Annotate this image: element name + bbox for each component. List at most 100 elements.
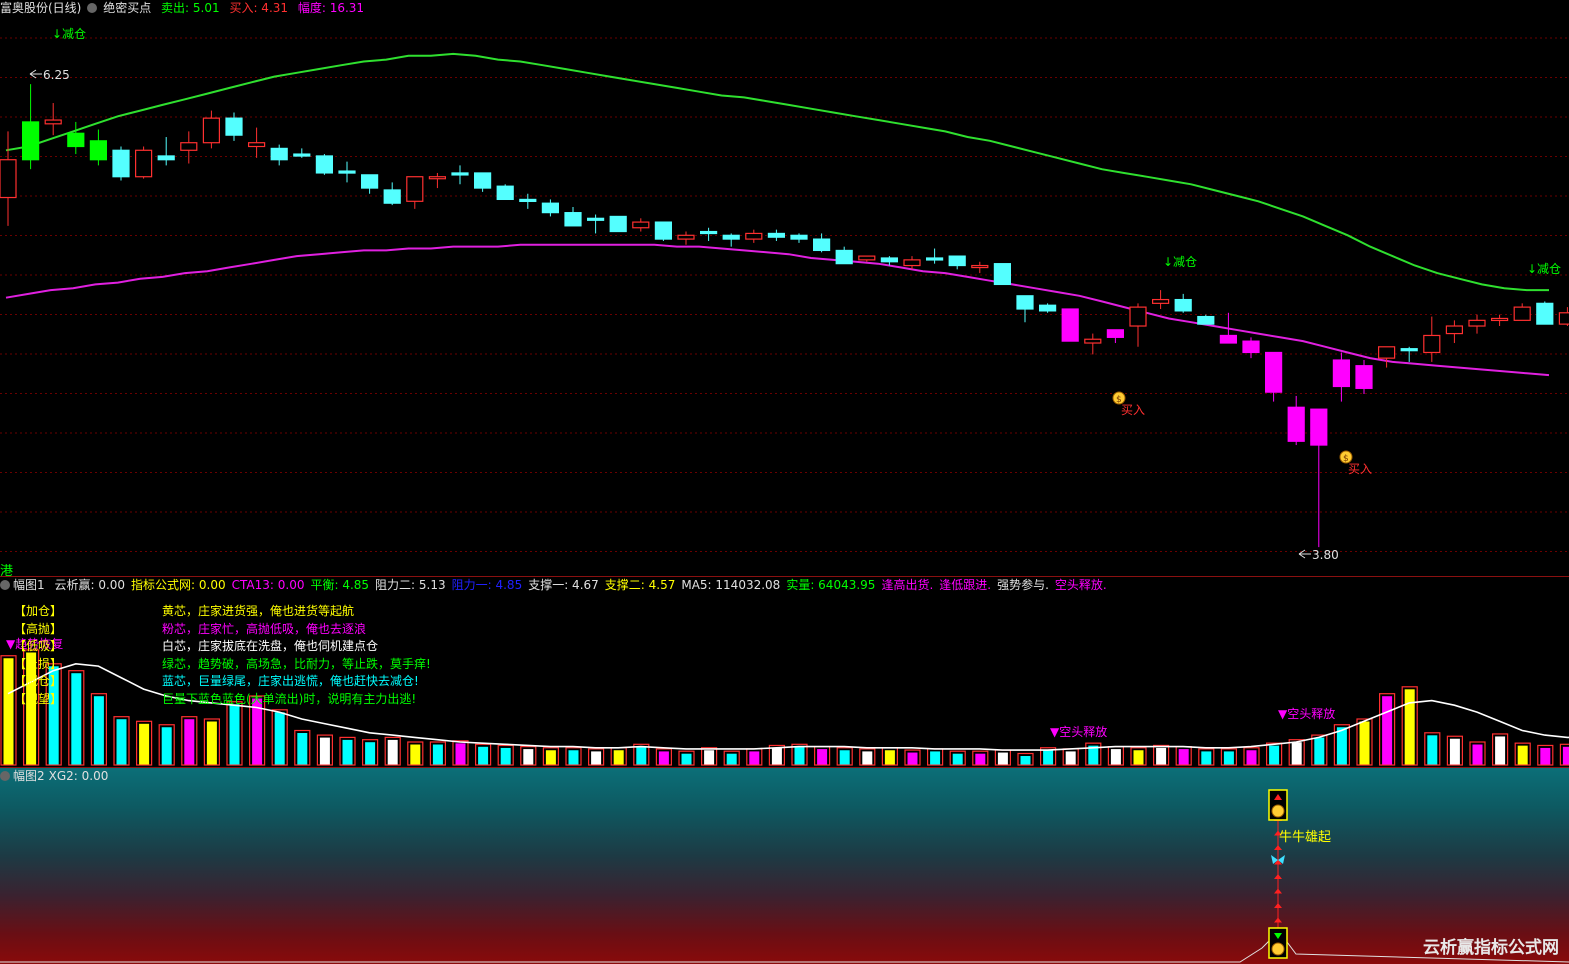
volume-bar-core [704, 750, 715, 765]
candle-body [564, 212, 582, 227]
candle-body [112, 149, 130, 178]
candle [1310, 408, 1328, 548]
candle [1400, 346, 1418, 362]
volume-bar [972, 750, 989, 766]
candle-body [1016, 295, 1034, 310]
candle-body [89, 140, 108, 161]
candle-body [699, 230, 718, 235]
volume-bar-core [342, 739, 353, 765]
sub2-title: 幅图2 [13, 769, 45, 783]
candle-body [948, 255, 966, 267]
candle-body [1287, 406, 1305, 442]
candle [925, 248, 944, 264]
volume-bar [859, 748, 876, 766]
volume-bar [407, 741, 424, 766]
candle-body [1129, 306, 1147, 327]
candlestick-chart[interactable]: ↓减仓↓减仓 ↓减仓6.253.80$买入$买入 [0, 0, 1569, 576]
candle [1151, 290, 1170, 310]
signal-chart[interactable] [0, 768, 1569, 964]
candle-body [1038, 304, 1057, 312]
candle-body [135, 149, 153, 178]
candle [1016, 295, 1034, 323]
indicator-name[interactable]: 绝密买点 [87, 1, 151, 15]
main-chart-pane[interactable]: ↓减仓 ↓减仓 ↓减仓 6.25 3.80 $ 买入 $ 买入 富奥股份(日线) 绝密买点 卖出… [0, 0, 1569, 579]
candle [315, 154, 333, 175]
volume-bar [836, 747, 853, 766]
candle-body [835, 249, 853, 265]
volume-bar-core [568, 750, 579, 765]
candle [1264, 351, 1283, 402]
volume-bar [1175, 746, 1192, 766]
volume-bar-core [500, 747, 511, 765]
volume-bar [158, 724, 175, 766]
candle-body [1310, 408, 1328, 446]
candle [632, 218, 650, 232]
candle [858, 255, 876, 262]
volume-bar [1446, 735, 1464, 766]
legend-tag: 【低吸】 [14, 639, 63, 653]
volume-bar-core [1065, 751, 1076, 765]
volume-bar-core [1269, 745, 1280, 765]
collapse-circle-icon[interactable] [0, 771, 10, 781]
volume-bar-core [1223, 751, 1234, 765]
volume-bar-core [139, 723, 150, 765]
candle-body [1536, 302, 1554, 325]
volume-bar [113, 716, 130, 766]
candle-body [519, 198, 537, 203]
volume-bar [384, 736, 401, 766]
sub-chart-2-pane[interactable]: 幅图2 XG2: 0.00 牛牛雄起 云析赢指标公式网 [0, 768, 1569, 964]
candle-body [993, 263, 1012, 286]
volume-bar [1198, 748, 1215, 766]
volume-bar-core [1156, 747, 1167, 765]
volume-bar [904, 749, 921, 766]
volume-bar [1356, 718, 1373, 766]
sub1-indicator-value: 平衡: 4.85 [310, 578, 370, 592]
volume-bar [926, 748, 944, 766]
candle-body [361, 174, 379, 189]
candle [428, 172, 446, 189]
candle [1106, 329, 1125, 344]
collapse-circle-icon[interactable] [87, 3, 98, 13]
candle [699, 227, 718, 241]
candle-body [971, 264, 989, 269]
volume-bar-core [545, 750, 556, 765]
candle [89, 129, 108, 166]
ma_mid-line [5, 243, 1550, 377]
volume-bar [294, 729, 311, 766]
short-release-label: ▼空头释放 [1050, 724, 1107, 739]
volume-bar-core [184, 719, 195, 765]
volume-bar-core [817, 749, 828, 765]
candle [44, 103, 62, 136]
reduce-label: ↓减仓 [1163, 255, 1197, 269]
volume-bar [565, 747, 582, 766]
legend-line: 黄芯，庄家进货强，俺也进货等起航 [162, 604, 355, 618]
candle [835, 246, 853, 265]
buy-value: 买入: 4.31 [229, 1, 289, 15]
amplitude-value: 幅度: 16.31 [297, 1, 365, 15]
collapse-circle-icon[interactable] [0, 580, 10, 590]
candle [451, 165, 469, 185]
reduce-label: ↓减仓 [52, 27, 86, 41]
money-bag-icon [1271, 942, 1285, 956]
volume-bar [1130, 747, 1147, 766]
short-release-label: ▼空头释放 [1278, 706, 1335, 721]
stock-title: 富奥股份(日线) [0, 1, 82, 15]
volume-bar-core [523, 749, 534, 765]
high-label: 6.25 [43, 68, 70, 82]
candle [677, 231, 695, 245]
volume-bar-core [1540, 747, 1551, 765]
sub1-indicator-value: 阻力一: 4.85 [451, 578, 523, 592]
sub-chart-1-pane[interactable]: ▼趋势恢复 ▼空头释放 ▼空头释放 幅图1 云析赢: 0.00 指标公式网: 0.00… [0, 577, 1569, 767]
volume-bar-core [1517, 745, 1528, 765]
candle [1197, 314, 1215, 325]
sub1-indicator-value: 云析赢: 0.00 [54, 578, 126, 592]
candle-body [67, 132, 85, 148]
volume-bar-core [884, 750, 895, 765]
volume-bar [881, 747, 899, 766]
sub2-header: 幅图2 XG2: 0.00 [0, 768, 114, 784]
candle-body [22, 121, 40, 161]
volume-bar-core [1427, 735, 1438, 765]
low-label: 3.80 [1312, 548, 1339, 562]
volume-bar [203, 718, 220, 766]
candle-body [722, 234, 740, 240]
